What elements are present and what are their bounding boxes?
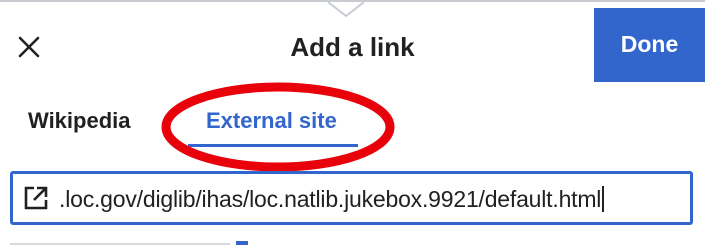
link-type-tabs: Wikipedia External site xyxy=(0,92,705,148)
tab-external-site[interactable]: External site xyxy=(206,108,337,134)
active-tab-indicator xyxy=(188,144,358,147)
url-input[interactable]: .loc.gov/diglib/ihas/loc.natlib.jukebox.… xyxy=(10,171,693,225)
link-dialog: Add a link Done Wikipedia External site … xyxy=(0,0,705,245)
tab-wikipedia[interactable]: Wikipedia xyxy=(28,108,131,134)
done-button[interactable]: Done xyxy=(594,8,705,82)
partial-content-below xyxy=(10,241,248,245)
external-link-icon xyxy=(24,186,48,210)
url-input-value: .loc.gov/diglib/ihas/loc.natlib.jukebox.… xyxy=(59,185,605,213)
text-cursor xyxy=(602,186,605,212)
dialog-header: Add a link Done xyxy=(0,2,705,92)
